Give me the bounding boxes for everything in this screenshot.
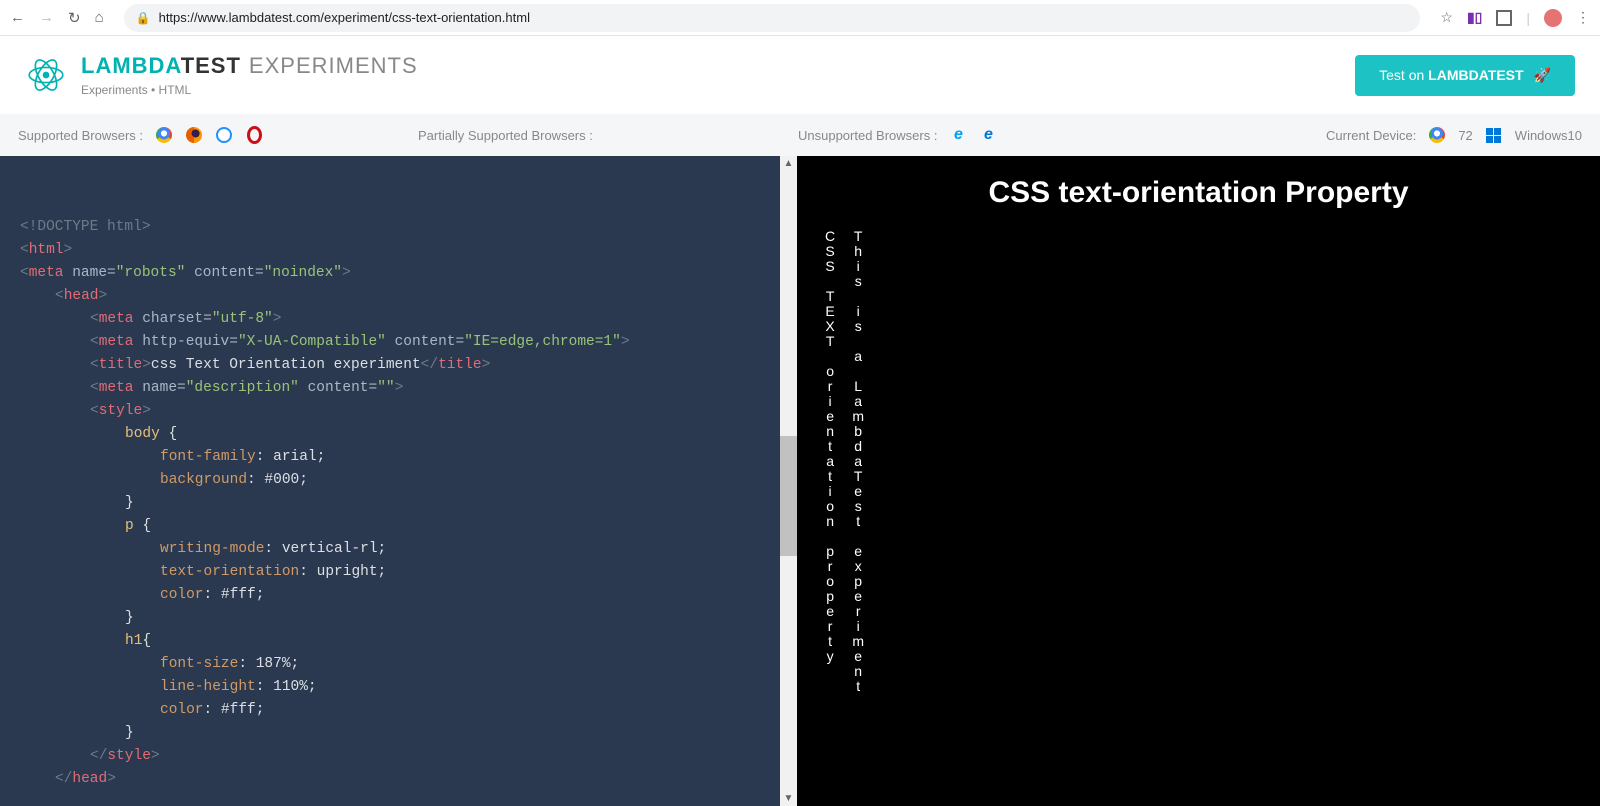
menu-icon[interactable]: ⋮: [1576, 9, 1590, 26]
code-line: <meta http-equiv="X-UA-Compatible" conte…: [20, 331, 768, 354]
brand-title: LAMBDATESTEXPERIMENTS: [81, 53, 418, 79]
unsupported-browsers: Unsupported Browsers : e e: [798, 126, 1198, 144]
code-line: <head>: [20, 285, 768, 308]
preview-pane: CSS text-orientation Property CSS TEXT o…: [797, 156, 1600, 806]
page-header: LAMBDATESTEXPERIMENTS Experiments • HTML…: [0, 36, 1600, 114]
code-line: <html>: [20, 239, 768, 262]
chrome-icon: [155, 126, 173, 144]
code-line: line-height: 110%;: [20, 676, 768, 699]
opera-icon: [245, 126, 263, 144]
scrollbar[interactable]: ▲ ▼: [780, 156, 797, 806]
code-line: <meta name="robots" content="noindex">: [20, 262, 768, 285]
brand: LAMBDATESTEXPERIMENTS Experiments • HTML: [25, 53, 418, 97]
device-label: Current Device:: [1326, 128, 1416, 143]
code-line: writing-mode: vertical-rl;: [20, 538, 768, 561]
forward-icon[interactable]: →: [39, 9, 54, 26]
scroll-down-icon[interactable]: ▼: [784, 793, 794, 804]
windows-icon: [1485, 126, 1503, 144]
code-line: <meta name="description" content="">: [20, 377, 768, 400]
preview-text-1: CSS TEXT orientation property: [822, 228, 838, 693]
test-on-lambdatest-button[interactable]: Test on LAMBDATEST 🚀: [1355, 55, 1575, 96]
extension-icon[interactable]: [1496, 10, 1512, 26]
browser-toolbar: ← → ↻ ⌂ 🔒 https://www.lambdatest.com/exp…: [0, 0, 1600, 36]
scroll-thumb[interactable]: [780, 436, 797, 556]
code-line: text-orientation: upright;: [20, 561, 768, 584]
code-line: color: #fff;: [20, 584, 768, 607]
edge-icon: e: [979, 126, 997, 144]
profile-avatar[interactable]: [1544, 9, 1562, 27]
code-line: font-size: 187%;: [20, 653, 768, 676]
code-line: }: [20, 722, 768, 745]
lambdatest-logo-icon: [25, 54, 67, 96]
star-icon[interactable]: ☆: [1440, 9, 1453, 26]
code-line: <style>: [20, 400, 768, 423]
code-line: font-family: arial;: [20, 446, 768, 469]
device-os: Windows10: [1515, 128, 1582, 143]
divider: |: [1526, 10, 1530, 26]
code-editor[interactable]: <!DOCTYPE html><html><meta name="robots"…: [0, 156, 780, 806]
onenote-icon[interactable]: ▮▯: [1467, 9, 1482, 26]
partial-browsers: Partially Supported Browsers :: [418, 128, 798, 143]
current-device: Current Device: 72 Windows10: [1198, 126, 1582, 144]
lock-icon: 🔒: [136, 11, 151, 25]
nav-icons: ← → ↻ ⌂: [10, 9, 104, 27]
unsupported-label: Unsupported Browsers :: [798, 128, 937, 143]
supported-label: Supported Browsers :: [18, 128, 143, 143]
split-view: <!DOCTYPE html><html><meta name="robots"…: [0, 156, 1600, 806]
back-icon[interactable]: ←: [10, 9, 25, 26]
code-line: h1{: [20, 630, 768, 653]
code-line: <title>css Text Orientation experiment</…: [20, 354, 768, 377]
code-line: background: #000;: [20, 469, 768, 492]
code-line: color: #fff;: [20, 699, 768, 722]
brand-subtitle: Experiments • HTML: [81, 83, 418, 97]
home-icon[interactable]: ⌂: [95, 9, 104, 26]
preview-heading: CSS text-orientation Property: [822, 176, 1575, 210]
code-line: </style>: [20, 745, 768, 768]
firefox-icon: [185, 126, 203, 144]
url-text: https://www.lambdatest.com/experiment/cs…: [159, 10, 530, 25]
rocket-icon: 🚀: [1534, 67, 1551, 84]
supported-browsers: Supported Browsers :: [18, 126, 418, 144]
reload-icon[interactable]: ↻: [68, 9, 81, 27]
code-line: p {: [20, 515, 768, 538]
code-line: }: [20, 607, 768, 630]
ie-icon: e: [949, 126, 967, 144]
code-line: body {: [20, 423, 768, 446]
preview-text-2: This is a LambdaTest experiment: [850, 228, 866, 693]
code-line: <meta charset="utf-8">: [20, 308, 768, 331]
device-version: 72: [1458, 128, 1472, 143]
safari-icon: [215, 126, 233, 144]
scroll-up-icon[interactable]: ▲: [784, 158, 794, 169]
code-line: <!DOCTYPE html>: [20, 216, 768, 239]
browser-support-bar: Supported Browsers : Partially Supported…: [0, 114, 1600, 156]
toolbar-right: ☆ ▮▯ | ⋮: [1440, 9, 1590, 27]
chrome-icon: [1428, 126, 1446, 144]
code-line: </head>: [20, 768, 768, 791]
partial-label: Partially Supported Browsers :: [418, 128, 593, 143]
code-line: }: [20, 492, 768, 515]
address-bar[interactable]: 🔒 https://www.lambdatest.com/experiment/…: [124, 4, 1421, 32]
